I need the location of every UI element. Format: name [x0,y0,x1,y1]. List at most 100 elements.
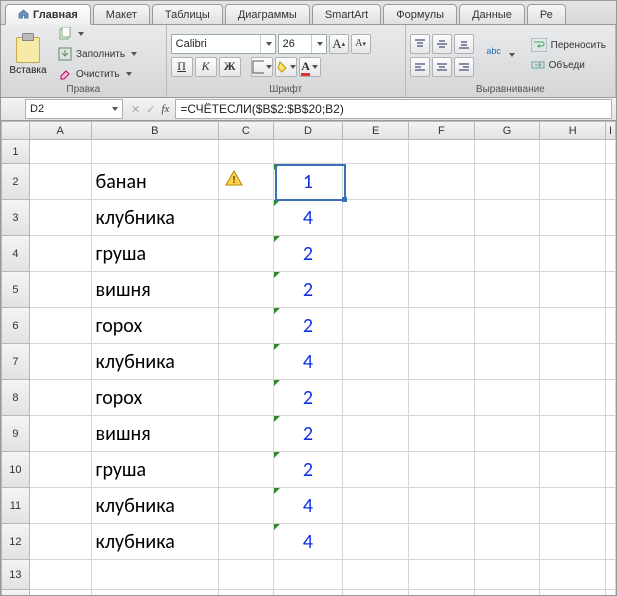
cell[interactable]: 4 [274,344,344,380]
cell[interactable]: горох [92,308,219,344]
cell[interactable] [606,452,616,488]
col-header[interactable]: D [274,121,344,140]
cell[interactable] [343,308,409,344]
cell[interactable] [343,140,409,164]
align-bottom-button[interactable] [454,34,474,54]
align-top-button[interactable] [410,34,430,54]
cell[interactable] [606,380,616,416]
font-color-button[interactable]: A [299,57,321,77]
cell[interactable]: 2 [274,236,344,272]
cell[interactable] [409,590,475,596]
spreadsheet[interactable]: A B C D E F G H I 12банан13клубника44гру… [1,121,616,596]
col-header[interactable]: C [219,121,274,140]
merge-button[interactable]: Объеди [526,56,611,74]
cell[interactable] [409,308,475,344]
col-header[interactable]: F [409,121,475,140]
cell[interactable] [606,590,616,596]
row-header[interactable]: 12 [1,524,30,560]
row-header[interactable]: 1 [1,140,30,164]
align-right-button[interactable] [454,57,474,77]
cell[interactable] [219,488,274,524]
cell[interactable] [343,416,409,452]
cell[interactable] [540,590,606,596]
cell[interactable]: 2 [274,308,344,344]
cell[interactable]: 4 [274,488,344,524]
cell[interactable] [475,560,541,590]
cell[interactable] [409,416,475,452]
cell[interactable] [606,308,616,344]
tab-data[interactable]: Данные [459,4,525,24]
cell[interactable] [219,272,274,308]
cell[interactable] [343,380,409,416]
cell[interactable] [343,164,409,200]
cell[interactable] [219,524,274,560]
italic-button[interactable]: К [195,57,217,77]
cell[interactable]: горох [92,380,219,416]
cell[interactable] [343,560,409,590]
cell[interactable] [606,344,616,380]
cell[interactable] [30,524,92,560]
row-header[interactable]: 5 [1,272,30,308]
col-header[interactable]: I [606,121,616,140]
cell[interactable] [475,452,541,488]
cell[interactable] [409,200,475,236]
cell[interactable] [606,524,616,560]
font-size-combo[interactable]: 26 [278,34,327,54]
formula-input[interactable]: =СЧЁТЕСЛИ($B$2:$B$20;B2) [175,99,612,119]
cell[interactable] [409,164,475,200]
cell[interactable] [475,524,541,560]
tab-home[interactable]: Главная [5,4,91,25]
cell[interactable] [30,452,92,488]
cell[interactable] [475,140,541,164]
accept-icon[interactable]: ✓ [146,103,155,116]
cell[interactable] [30,164,92,200]
row-header[interactable]: 2 [1,164,30,200]
col-header[interactable]: H [540,121,606,140]
border-button[interactable] [251,57,273,77]
cell[interactable] [274,560,344,590]
cell[interactable] [409,524,475,560]
row-header[interactable]: 8 [1,380,30,416]
cell[interactable] [30,200,92,236]
cell[interactable] [219,452,274,488]
row-header[interactable]: 14 [1,590,30,596]
cell[interactable]: груша [92,236,219,272]
row-header[interactable]: 7 [1,344,30,380]
cell[interactable] [30,140,92,164]
cell[interactable]: 4 [274,524,344,560]
fill-color-button[interactable] [275,57,297,77]
cell[interactable] [219,308,274,344]
cell[interactable]: клубника [92,200,219,236]
cell[interactable] [343,452,409,488]
cell[interactable] [540,560,606,590]
cell[interactable] [30,416,92,452]
fx-icon[interactable]: fx [161,103,169,115]
cell[interactable] [606,164,616,200]
cell[interactable] [540,344,606,380]
cell[interactable] [606,236,616,272]
font-name-combo[interactable]: Calibri [171,34,276,54]
cell[interactable] [219,140,274,164]
cell[interactable] [92,560,219,590]
col-header[interactable]: A [30,121,92,140]
cell[interactable] [274,590,344,596]
cell[interactable] [606,416,616,452]
cell[interactable] [219,380,274,416]
name-box[interactable]: D2 [25,99,123,119]
align-middle-button[interactable] [432,34,452,54]
cell[interactable]: клубника [92,344,219,380]
cell[interactable] [475,590,541,596]
cell[interactable] [343,200,409,236]
cell[interactable] [606,488,616,524]
clear-button[interactable]: Очистить [53,65,142,83]
cell[interactable] [219,416,274,452]
cell[interactable] [409,452,475,488]
paste-button[interactable]: Вставка [5,27,51,81]
cell[interactable] [92,590,219,596]
align-left-button[interactable] [410,57,430,77]
cell[interactable] [409,344,475,380]
col-header[interactable]: B [92,121,219,140]
cell[interactable] [409,272,475,308]
tab-smartart[interactable]: SmartArt [312,4,381,24]
cell[interactable] [92,140,219,164]
